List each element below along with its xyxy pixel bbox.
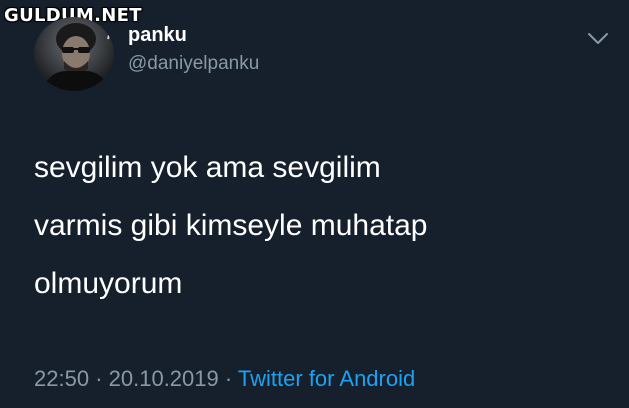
tweet-date[interactable]: 20.10.2019 — [109, 366, 219, 391]
meta-separator: · — [224, 366, 233, 391]
chevron-down-icon[interactable] — [586, 28, 610, 48]
tweet-meta: 22:50 · 20.10.2019 · Twitter for Android — [34, 366, 415, 392]
tweet-text-line: varmis gibi kimseyle muhatap — [34, 209, 428, 242]
meta-separator: · — [95, 366, 103, 391]
tweet-text: sevgilim yok ama sevgilim varmis gibi ki… — [34, 139, 614, 313]
tweet-source-link[interactable]: Twitter for Android — [238, 366, 415, 391]
user-handle[interactable]: @daniyelpanku — [128, 53, 259, 75]
avatar-image — [42, 23, 112, 91]
display-name[interactable]: panku — [128, 24, 187, 47]
tweet-text-line: sevgilim yok ama sevgilim — [34, 151, 381, 184]
tweet-text-line: olmuyorum — [34, 267, 183, 300]
tweet-time[interactable]: 22:50 — [34, 366, 89, 391]
avatar[interactable] — [34, 17, 114, 91]
